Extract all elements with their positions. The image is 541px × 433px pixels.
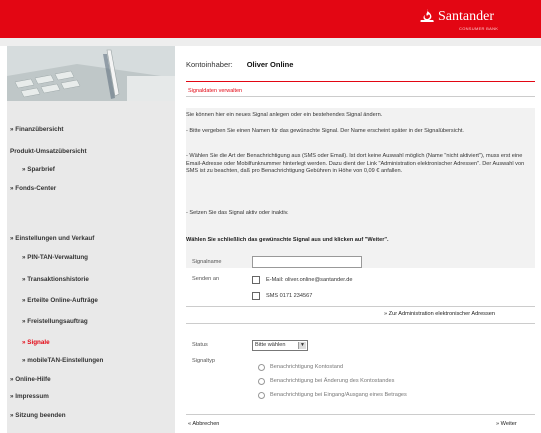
signal-name-input[interactable] — [252, 256, 362, 268]
page-header: Santander CONSUMER BANK — [0, 0, 541, 38]
signal-name-label: Signalname — [192, 259, 222, 265]
signal-type-option-label: Benachrichtigung bei Eingang/Ausgang ein… — [270, 392, 407, 398]
status-label: Status — [192, 342, 208, 348]
sidebar-item-sitzung-beenden[interactable]: » Sitzung beenden — [10, 412, 66, 419]
sidebar-item-sparbrief[interactable]: » Sparbrief — [22, 166, 55, 173]
sms-option-label: SMS 0171 234567 — [266, 293, 313, 299]
admin-addresses-link[interactable]: » Zur Administration elektronischer Adre… — [384, 311, 495, 317]
instruction-text: Wählen Sie schließlich das gewünschte Si… — [186, 237, 389, 243]
section-divider — [186, 81, 535, 82]
sidebar-item-produkt-umsatzuebersicht[interactable]: Produkt-Umsatzübersicht — [10, 148, 87, 155]
hint-notification: - Wählen Sie die Art der Benachrichtigun… — [186, 153, 525, 175]
status-select-value: Bitte wählen — [255, 342, 286, 348]
chevron-down-icon: ▼ — [298, 342, 306, 349]
email-checkbox[interactable] — [252, 276, 260, 284]
signal-type-radio-aenderung[interactable] — [258, 378, 265, 385]
intro-text: Sie können hier ein neues Signal anlegen… — [186, 112, 383, 118]
cancel-link[interactable]: « Abbrechen — [188, 421, 219, 427]
sidebar-item-impressum[interactable]: » Impressum — [10, 393, 49, 400]
brand-tagline: CONSUMER BANK — [459, 26, 499, 31]
signal-type-option-label: Benachrichtigung bei Änderung des Kontos… — [270, 378, 395, 384]
sidebar-item-finanzuebersicht[interactable]: » Finanzübersicht — [10, 126, 64, 133]
sidebar-item-signale[interactable]: » Signale — [22, 339, 50, 346]
signal-type-option-label: Benachrichtigung Kontostand — [270, 364, 344, 370]
email-option-label: E-Mail: oliver.online@santander.de — [266, 277, 353, 283]
divider — [186, 306, 535, 307]
sidebar-item-pin-tan[interactable]: » PIN-TAN-Verwaltung — [22, 254, 88, 261]
section-title: Signaldaten verwalten — [188, 88, 243, 94]
sidebar-item-mobiletan[interactable]: » mobileTAN-Einstellungen — [22, 357, 103, 364]
signal-type-label: Signaltyp — [192, 358, 216, 364]
sms-checkbox[interactable] — [252, 292, 260, 300]
signal-type-radio-kontostand[interactable] — [258, 364, 265, 371]
send-to-label: Senden an — [192, 276, 220, 282]
divider — [186, 96, 535, 97]
santander-logo[interactable]: Santander CONSUMER BANK — [419, 7, 519, 33]
sidebar-item-fonds-center[interactable]: » Fonds-Center — [10, 185, 56, 192]
sidebar-item-online-hilfe[interactable]: » Online-Hilfe — [10, 376, 51, 383]
keyboard-image — [7, 46, 175, 101]
account-holder: Kontoinhaber: Oliver Online — [186, 60, 293, 69]
next-link[interactable]: » Weiter — [496, 421, 517, 427]
header-strip — [0, 38, 541, 46]
signal-type-radio-betrag[interactable] — [258, 392, 265, 399]
hint-name: - Bitte vergeben Sie einen Namen für das… — [186, 128, 464, 134]
header-photo — [7, 46, 175, 101]
sidebar-item-freistellungsauftrag[interactable]: » Freistellungsauftrag — [22, 318, 88, 325]
account-holder-label: Kontoinhaber: — [186, 60, 233, 69]
divider — [186, 323, 535, 324]
account-holder-name: Oliver Online — [246, 60, 294, 69]
sidebar-item-einstellungen[interactable]: » Einstellungen und Verkauf — [10, 235, 94, 242]
sidebar-item-online-auftraege[interactable]: » Erteilte Online-Aufträge — [22, 297, 98, 304]
status-select[interactable]: Bitte wählen ▼ — [252, 340, 308, 351]
santander-flame-icon — [420, 9, 434, 22]
hint-active: - Setzen Sie das Signal aktiv oder inakt… — [186, 210, 289, 216]
brand-name: Santander — [438, 9, 494, 24]
divider — [186, 414, 535, 415]
sidebar-item-transaktionshistorie[interactable]: » Transaktionshistorie — [22, 276, 89, 283]
